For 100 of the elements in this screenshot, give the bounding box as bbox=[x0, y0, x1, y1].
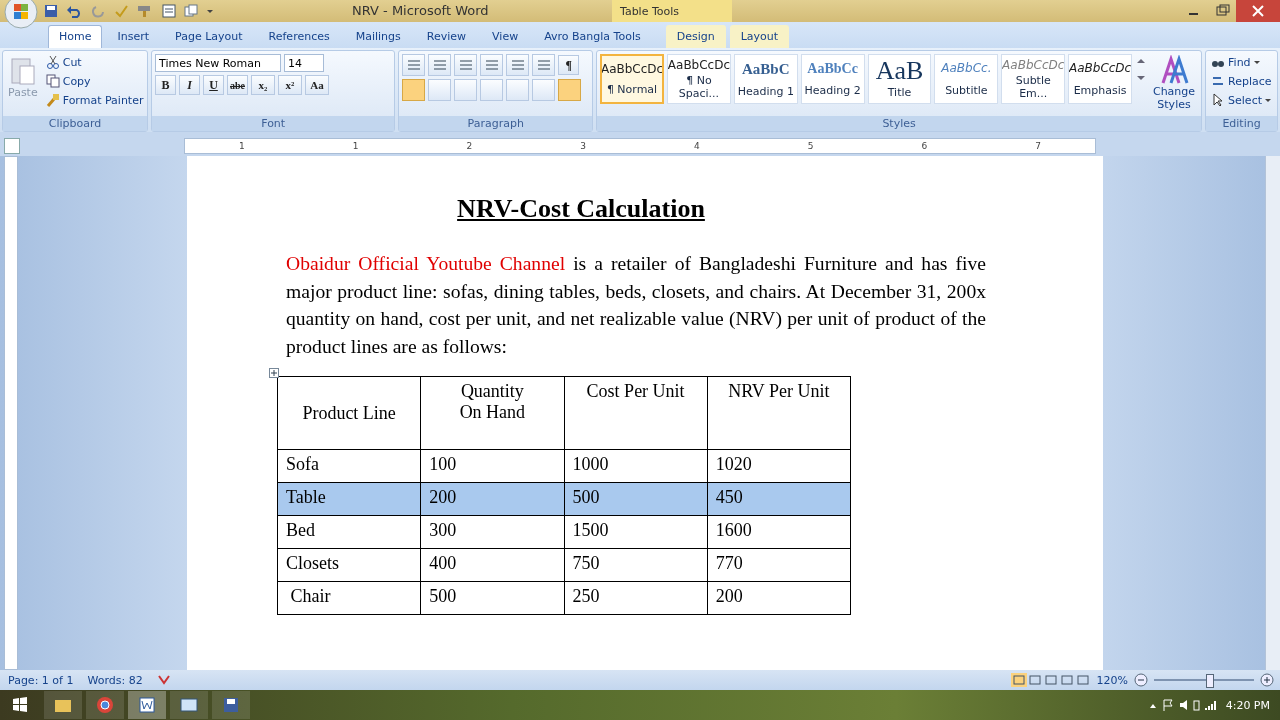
editing-button[interactable]: Replace bbox=[1209, 73, 1274, 89]
close-icon[interactable] bbox=[1236, 0, 1280, 22]
ribbon-tab[interactable]: Review bbox=[415, 25, 478, 48]
table-cell: 100 bbox=[420, 449, 564, 483]
table-cell: Sofa bbox=[277, 449, 421, 483]
group-label: Clipboard bbox=[3, 116, 147, 131]
ribbon-tab[interactable]: References bbox=[257, 25, 341, 48]
column-header: Cost Per Unit bbox=[564, 376, 708, 450]
scissors-icon bbox=[45, 55, 60, 69]
window-icon bbox=[180, 697, 198, 713]
clock[interactable]: 4:20 PM bbox=[1225, 698, 1270, 712]
ruler-number: 1 bbox=[239, 141, 245, 151]
lines-icon bbox=[458, 59, 473, 71]
zoom-out-icon[interactable] bbox=[1134, 673, 1148, 687]
zoom-level[interactable]: 120% bbox=[1096, 673, 1128, 687]
paragraph: Obaidur Official Youtube Channel is a retailer of Bangladeshi Furniture and has five major product line: sofas, dining tables, beds, closets, and chairs. At December 31, 200x quantity on hand, cost per unit, and net realizable value (NRV) per unit of product of the product lines are as follows: bbox=[286, 252, 986, 359]
table-cell: Closets bbox=[277, 548, 421, 582]
table-cell: 200 bbox=[707, 581, 851, 615]
indent-decrease-icon[interactable] bbox=[480, 54, 504, 76]
ruler-number: 4 bbox=[694, 141, 700, 151]
lines-icon bbox=[406, 59, 421, 71]
table-cell: 770 bbox=[707, 548, 851, 582]
list-bullets-icon[interactable] bbox=[402, 54, 426, 76]
column-header: Product Line bbox=[277, 376, 421, 450]
ribbon-tab[interactable]: Avro Bangla Tools bbox=[533, 25, 652, 48]
lines-icon bbox=[510, 59, 525, 71]
table-cell: 750 bbox=[564, 548, 708, 582]
save-icon[interactable] bbox=[44, 4, 58, 18]
taskbar-button[interactable] bbox=[170, 691, 208, 719]
group-label: Font bbox=[152, 116, 395, 131]
word-count[interactable]: Words: 82 bbox=[87, 673, 143, 687]
format-button[interactable]: Aa bbox=[305, 75, 329, 95]
change-styles-button[interactable]: Change Styles bbox=[1150, 54, 1198, 113]
move-handle-icon[interactable] bbox=[269, 368, 279, 378]
tab-selector[interactable] bbox=[4, 138, 20, 154]
list-numbers-icon[interactable] bbox=[428, 54, 452, 76]
table-cell: Bed bbox=[277, 515, 421, 549]
taskbar-button[interactable] bbox=[44, 691, 82, 719]
vertical-ruler[interactable] bbox=[4, 156, 18, 670]
list-multilevel-icon[interactable] bbox=[454, 54, 478, 76]
ruler[interactable]: 1 1 2 3 4 5 6 7 bbox=[184, 138, 1096, 154]
zoom-in-icon[interactable] bbox=[1260, 673, 1274, 687]
tray-icons[interactable] bbox=[1147, 698, 1218, 712]
ruler-number: 7 bbox=[1035, 141, 1041, 151]
format-button[interactable]: U bbox=[203, 75, 224, 95]
style-gallery-item[interactable]: AaBbCc Heading 2 bbox=[800, 54, 865, 104]
format-button[interactable]: B bbox=[155, 75, 176, 95]
proofing-icon[interactable] bbox=[156, 673, 171, 687]
group-label: Editing bbox=[1206, 116, 1277, 131]
ribbon-tab[interactable]: Insert bbox=[106, 25, 161, 48]
style-gallery-item[interactable]: AaB Title bbox=[867, 54, 932, 104]
table-cell: 500 bbox=[420, 581, 564, 615]
format-button[interactable]: I bbox=[179, 75, 200, 95]
column-header: NRV Per Unit bbox=[707, 376, 851, 450]
clipboard-button[interactable]: Format Painter bbox=[43, 92, 146, 108]
style-gallery-item[interactable]: AaBbCcDc ¶ No Spaci... bbox=[667, 54, 731, 104]
browser-icon bbox=[96, 696, 114, 714]
format-button[interactable]: x² bbox=[278, 75, 302, 95]
lines-icon bbox=[432, 59, 447, 71]
style-gallery-item[interactable]: AaBbC Heading 1 bbox=[733, 54, 798, 104]
format-button[interactable]: abe bbox=[227, 75, 248, 95]
font-name-field[interactable]: Times New Roman bbox=[155, 54, 281, 72]
editing-button[interactable]: Find bbox=[1209, 54, 1274, 70]
ribbon-tab[interactable]: Design bbox=[665, 25, 726, 48]
styles-icon bbox=[1159, 55, 1189, 85]
view-buttons-icon[interactable] bbox=[1010, 673, 1091, 687]
document-title: NRV-Cost Calculation bbox=[456, 194, 706, 224]
scrollbar[interactable] bbox=[1265, 156, 1280, 670]
ribbon-tab[interactable]: View bbox=[481, 25, 530, 48]
sort-icon[interactable] bbox=[532, 54, 556, 76]
indent-increase-icon[interactable] bbox=[506, 54, 530, 76]
editing-button[interactable]: Select bbox=[1209, 92, 1274, 108]
windows-icon[interactable] bbox=[184, 4, 198, 18]
ribbon-tab[interactable]: Page Layout bbox=[164, 25, 254, 48]
format-button[interactable]: x₂ bbox=[251, 75, 275, 95]
context-group-label: Table Tools bbox=[620, 5, 680, 18]
table-cell: 1600 bbox=[707, 515, 851, 549]
ribbon-tab[interactable]: Layout bbox=[729, 25, 790, 48]
page-count[interactable]: Page: 1 of 1 bbox=[8, 673, 74, 687]
pilcrow-button[interactable]: ¶ bbox=[558, 55, 580, 75]
document-icon[interactable] bbox=[162, 4, 176, 18]
style-gallery-item[interactable]: AaBbCcDc Emphasis bbox=[1068, 54, 1132, 104]
taskbar-button[interactable] bbox=[212, 691, 250, 719]
clipboard-button[interactable]: Copy bbox=[43, 73, 146, 89]
ruler-number: 5 bbox=[807, 141, 814, 151]
clipboard-button[interactable]: Cut bbox=[43, 54, 146, 70]
ribbon-tab[interactable]: Home bbox=[48, 25, 103, 48]
ruler-number: 6 bbox=[921, 141, 928, 151]
font-size-field[interactable]: 14 bbox=[284, 54, 324, 72]
taskbar-button[interactable] bbox=[128, 691, 166, 719]
office-button[interactable] bbox=[4, 0, 38, 29]
taskbar-button[interactable] bbox=[86, 691, 124, 719]
group-label: Styles bbox=[597, 116, 1202, 131]
redo-icon[interactable] bbox=[92, 4, 106, 18]
style-gallery-item[interactable]: AaBbCcDc Subtle Em... bbox=[1001, 54, 1066, 104]
folder-icon bbox=[54, 697, 72, 713]
style-gallery-item[interactable]: AaBbCc. Subtitle bbox=[934, 54, 999, 104]
ribbon-tab[interactable]: Mailings bbox=[344, 25, 412, 48]
group-label: Paragraph bbox=[399, 116, 593, 131]
copy-icon bbox=[45, 74, 60, 88]
